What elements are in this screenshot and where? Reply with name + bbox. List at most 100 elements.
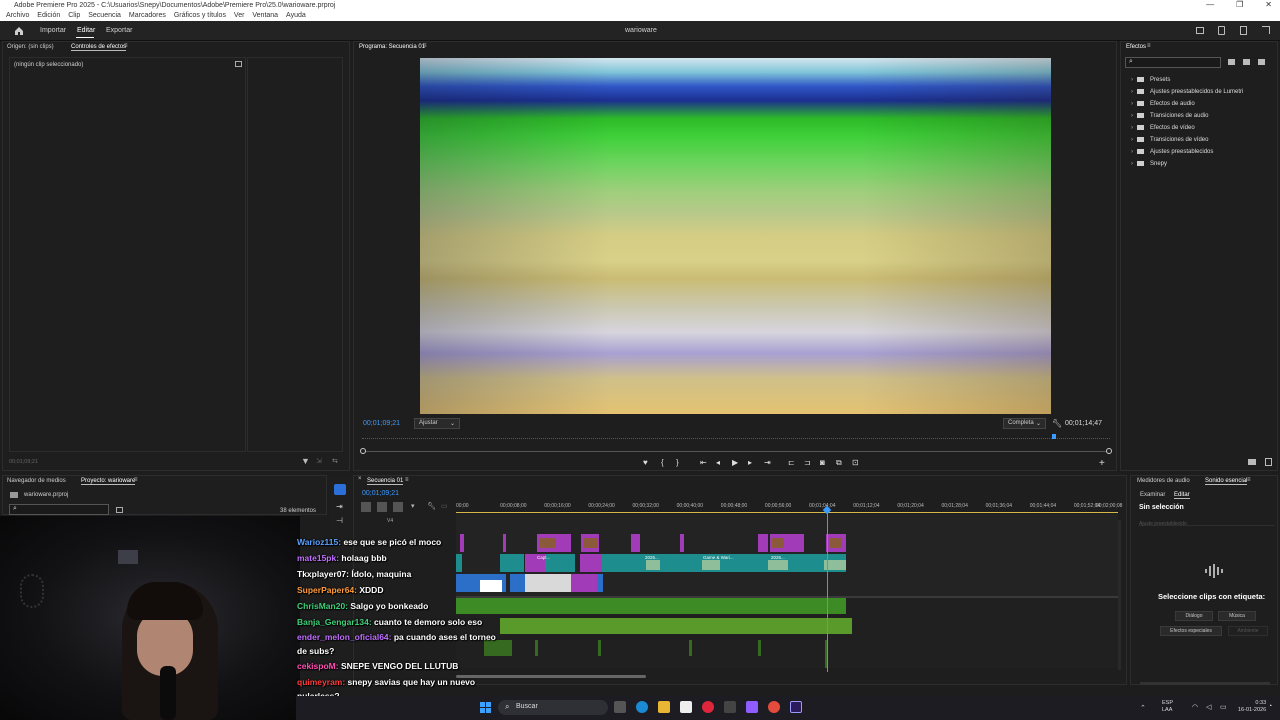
music-button[interactable]: Música <box>1218 611 1256 621</box>
notifications-icon[interactable]: ◔ <box>1268 703 1272 710</box>
subtab-edit[interactable]: Editar <box>1174 492 1190 499</box>
windows-start-icon[interactable] <box>480 702 491 713</box>
menu-item[interactable]: Ver <box>234 12 245 19</box>
clock[interactable]: 0:33 16-01-2026 <box>1238 700 1266 714</box>
store-icon[interactable] <box>680 701 692 713</box>
taskbar-search[interactable]: ⌕ Buscar <box>498 700 608 715</box>
effects-item-audio-effects[interactable]: › Efectos de audio <box>1131 101 1195 107</box>
play-icon[interactable]: ▶ <box>732 458 738 467</box>
battery-icon[interactable]: ▭ <box>1220 703 1227 711</box>
wrench-icon[interactable]: 🔧︎ <box>427 502 436 510</box>
preset-dropdown[interactable]: Ajuste preestablecido <box>1139 517 1275 527</box>
audio-tracks-area[interactable] <box>456 598 1118 668</box>
effects-item-presets[interactable]: › Presets <box>1131 77 1170 83</box>
panel-menu-icon[interactable]: ≡ <box>134 477 138 483</box>
step-forward-icon[interactable]: ▸ <box>748 458 752 467</box>
ambience-button[interactable]: Ambiente <box>1228 626 1268 636</box>
panel-menu-icon[interactable]: ≡ <box>423 43 427 49</box>
effects-item-video-transitions[interactable]: › Transiciones de vídeo <box>1131 137 1208 143</box>
ripple-edit-tool-icon[interactable]: ⊣ <box>336 516 343 525</box>
timeline-hscrollbar[interactable] <box>456 675 646 678</box>
new-bin-icon[interactable] <box>116 507 123 513</box>
captions-icon[interactable]: ▭ <box>441 502 448 510</box>
premiere-icon[interactable] <box>790 701 802 713</box>
timeline-vscrollbar[interactable] <box>1118 520 1121 670</box>
filter-icon[interactable]: ▼ <box>301 456 310 466</box>
volume-icon[interactable]: ◁ <box>1206 703 1211 711</box>
snap-icon[interactable] <box>361 502 371 512</box>
add-marker-icon[interactable] <box>393 502 403 512</box>
effects-search-input[interactable]: ⌕ <box>1125 57 1221 68</box>
app-icon[interactable] <box>746 701 758 713</box>
program-mini-ruler[interactable] <box>362 432 1110 439</box>
selection-tool-icon[interactable] <box>334 484 346 495</box>
task-view-icon[interactable] <box>614 701 626 713</box>
menu-item[interactable]: Gráficos y títulos <box>174 12 226 19</box>
panel-menu-icon[interactable]: ≡ <box>1247 477 1251 483</box>
fit-dropdown[interactable]: Ajustar ⌄ <box>414 418 460 429</box>
menu-item[interactable]: Ayuda <box>286 12 306 19</box>
mark-out-icon[interactable]: } <box>676 458 679 467</box>
sfx-button[interactable]: Efectos especiales <box>1160 626 1222 636</box>
timeline-playhead[interactable] <box>827 512 828 672</box>
export-frame-icon[interactable]: ⇲ <box>316 457 322 465</box>
file-explorer-icon[interactable] <box>658 701 670 713</box>
tab-essential-sound[interactable]: Sonido esencial <box>1205 478 1248 485</box>
vr-icon[interactable]: ⊡ <box>852 458 859 467</box>
lift-icon[interactable]: ⊏ <box>788 458 795 467</box>
tab-editar[interactable]: Editar <box>77 27 95 34</box>
maximize-icon[interactable]: ❐ <box>1236 0 1243 11</box>
go-to-out-icon[interactable]: ⇥ <box>764 458 771 467</box>
zoom-handle-right[interactable] <box>1106 448 1112 454</box>
settings-icon[interactable]: ⇆ <box>332 457 338 465</box>
marker-icon[interactable]: ▾ <box>411 502 415 510</box>
home-icon[interactable] <box>14 26 24 35</box>
step-back-icon[interactable]: ◂ <box>716 458 720 467</box>
marker-icon[interactable]: ♥ <box>643 458 648 467</box>
app-icon[interactable] <box>724 701 736 713</box>
menu-item[interactable]: Ventana <box>252 12 278 19</box>
language-indicator[interactable]: ESP LAA <box>1162 700 1173 714</box>
effects-item-presets-2[interactable]: › Ajustes preestablecidos <box>1131 149 1213 155</box>
share-icon[interactable] <box>1218 26 1225 35</box>
camera-icon[interactable]: ◙ <box>820 458 825 467</box>
yuv-effects-icon[interactable] <box>1258 59 1265 65</box>
work-area-bar[interactable] <box>456 512 1118 513</box>
tab-project[interactable]: Proyecto: warioware <box>81 478 136 485</box>
32bit-effects-icon[interactable] <box>1243 59 1250 65</box>
menu-item[interactable]: Marcadores <box>129 12 166 19</box>
tab-importar[interactable]: Importar <box>40 27 66 34</box>
delete-icon[interactable] <box>1265 458 1272 466</box>
app-icon[interactable] <box>702 701 714 713</box>
project-search-input[interactable]: ⌕ <box>9 504 109 515</box>
timeline-timecode[interactable]: 00;01;09;21 <box>362 490 399 497</box>
chevron-up-icon[interactable]: ⌃ <box>1140 704 1146 712</box>
minimize-icon[interactable]: — <box>1206 0 1214 11</box>
program-timecode[interactable]: 00;01;09;21 <box>363 420 400 427</box>
timeline-tab[interactable]: Secuencia 01 <box>367 478 404 485</box>
program-video-frame[interactable] <box>420 58 1051 414</box>
dialogue-button[interactable]: Diálogo <box>1175 611 1213 621</box>
panel-menu-icon[interactable]: ≡ <box>124 43 128 49</box>
tab-source[interactable]: Origen: (sin clips) <box>7 44 54 50</box>
effects-item-audio-transitions[interactable]: › Transiciones de audio <box>1131 113 1208 119</box>
panel-menu-icon[interactable]: ≡ <box>1147 43 1151 49</box>
extract-icon[interactable]: ⊐ <box>804 458 811 467</box>
fullscreen-icon[interactable] <box>1262 26 1270 34</box>
quality-dropdown[interactable]: Completa ⌄ <box>1003 418 1046 429</box>
wrench-icon[interactable]: 🔧︎ <box>1052 419 1062 428</box>
menu-item[interactable]: Archivo <box>6 12 29 19</box>
track-select-tool-icon[interactable]: ⇥ <box>336 502 343 511</box>
workspace-icon[interactable] <box>1196 27 1204 34</box>
tab-exportar[interactable]: Exportar <box>106 27 132 34</box>
program-zoom-bar[interactable] <box>362 451 1110 452</box>
close-icon[interactable]: ✕ <box>1265 0 1272 11</box>
essential-sound-scrollbar[interactable] <box>1140 682 1270 685</box>
tab-media-browser[interactable]: Navegador de medios <box>7 478 66 484</box>
effects-item-lumetri[interactable]: › Ajustes preestablecidos de Lumetri <box>1131 89 1243 95</box>
quick-export-icon[interactable] <box>1240 26 1247 35</box>
wifi-icon[interactable]: ◠ <box>1192 703 1198 711</box>
add-button-icon[interactable]: + <box>1099 458 1105 469</box>
tab-effect-controls[interactable]: Controles de efectos <box>71 44 127 51</box>
tab-audio-meters[interactable]: Medidores de audio <box>1137 478 1190 484</box>
